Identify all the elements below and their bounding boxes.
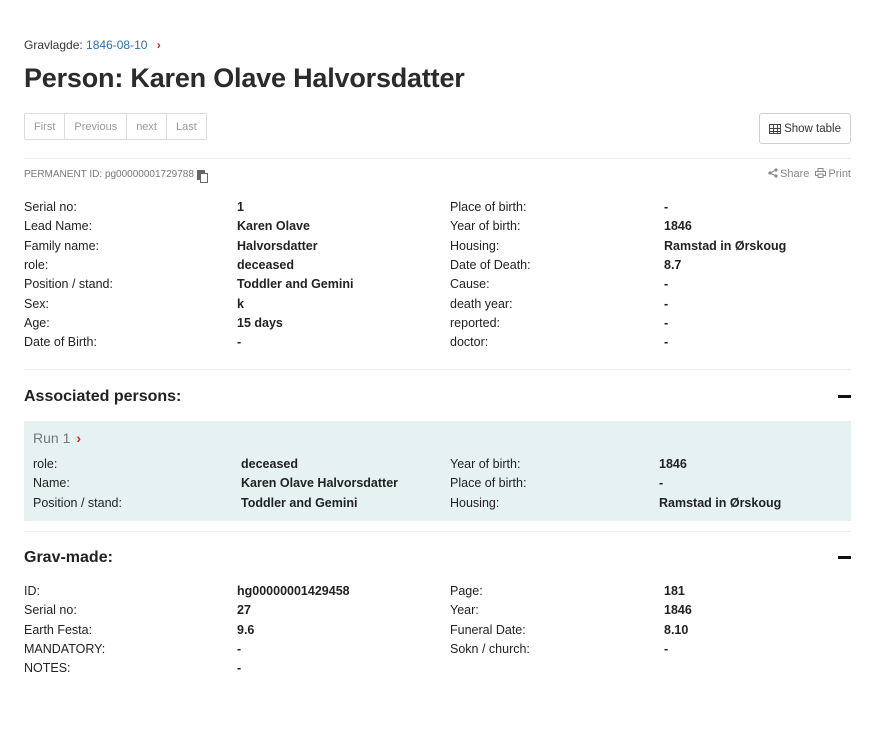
breadcrumb-label: Gravlagde:: [24, 38, 83, 52]
detail-value: 1846: [664, 219, 692, 234]
detail-row: Housing: Ramstad in Ørskoug: [0, 496, 874, 515]
detail-value: -: [664, 200, 669, 214]
first-button[interactable]: First: [25, 114, 66, 139]
copy-icon[interactable]: [196, 169, 208, 183]
share-icon: [768, 168, 778, 178]
detail-row: Place of birth: -: [0, 200, 874, 219]
show-table-label: Show table: [784, 122, 841, 135]
detail-row: Date of Death: 8.7: [0, 258, 874, 277]
page: Gravlagde: 1846-08-10 › Person: Karen Ol…: [0, 0, 874, 750]
detail-row: Year of birth: 1846: [0, 219, 874, 238]
chevron-right-icon[interactable]: ›: [76, 430, 81, 446]
detail-value: Ramstad in Ørskoug: [664, 238, 787, 253]
divider: [24, 158, 851, 159]
table-icon: [769, 123, 782, 134]
detail-label: Year of birth:: [450, 219, 521, 234]
grav-made-title: Grav-made:: [24, 549, 113, 566]
detail-row: Sokn / church: -: [0, 642, 874, 661]
share-link[interactable]: Share: [768, 168, 809, 180]
divider: [24, 369, 851, 370]
divider: [24, 531, 851, 532]
detail-row: doctor: -: [0, 335, 874, 354]
detail-label: Place of birth:: [450, 476, 527, 491]
print-icon: [815, 168, 827, 178]
actions: Share Print: [768, 168, 851, 180]
associated-persons-title: Associated persons:: [24, 388, 182, 405]
permanent-id-text: PERMANENT ID: pg00000001729788: [24, 169, 194, 180]
detail-row: Housing: Ramstad in Ørskoug: [0, 239, 874, 258]
permanent-id: PERMANENT ID: pg00000001729788: [24, 169, 208, 183]
detail-row: Funeral Date: 8.10: [0, 623, 874, 642]
detail-value: -: [664, 277, 669, 292]
collapse-icon[interactable]: [838, 395, 851, 398]
breadcrumb-date-link[interactable]: 1846-08-10: [86, 38, 147, 52]
detail-row: Year of birth: 1846: [0, 457, 874, 476]
print-link[interactable]: Print: [815, 168, 851, 180]
pager: First Previous next Last: [24, 113, 207, 140]
detail-row: NOTES: -: [0, 661, 874, 680]
detail-value: -: [664, 315, 669, 330]
detail-value: 8.10: [664, 622, 689, 637]
detail-label: doctor:: [450, 335, 489, 350]
detail-value: 1846: [664, 603, 692, 618]
breadcrumb: Gravlagde: 1846-08-10 ›: [24, 38, 161, 52]
detail-label: Sokn / church:: [450, 641, 530, 656]
detail-label: reported:: [450, 315, 501, 330]
previous-button[interactable]: Previous: [65, 114, 128, 139]
detail-value: Ramstad in Ørskoug: [659, 495, 782, 510]
show-table-button[interactable]: Show table: [759, 113, 851, 144]
detail-value: 181: [664, 584, 685, 598]
detail-label: death year:: [450, 296, 513, 311]
detail-value: -: [659, 476, 664, 491]
last-button[interactable]: Last: [167, 114, 206, 139]
detail-row: death year: -: [0, 297, 874, 316]
detail-label: Place of birth:: [450, 200, 527, 214]
detail-value: -: [664, 296, 669, 311]
detail-row: Place of birth: -: [0, 476, 874, 495]
detail-value: -: [664, 335, 669, 350]
chevron-right-icon[interactable]: ›: [157, 38, 161, 52]
detail-value: -: [664, 641, 669, 656]
detail-label: Date of Death:: [450, 257, 531, 272]
detail-label: Housing:: [450, 495, 500, 510]
detail-value: 8.7: [664, 257, 682, 272]
detail-row: Page: 181: [0, 584, 874, 603]
detail-label: Cause:: [450, 277, 490, 292]
detail-row: reported: -: [0, 316, 874, 335]
run-title[interactable]: Run 1 ›: [33, 430, 81, 446]
detail-label: Page:: [450, 584, 483, 598]
detail-row: Year: 1846: [0, 603, 874, 622]
detail-value: -: [237, 661, 242, 676]
detail-label: Year:: [450, 603, 479, 618]
detail-value: 1846: [659, 457, 687, 471]
detail-label: Funeral Date:: [450, 622, 526, 637]
detail-label: NOTES:: [24, 661, 71, 676]
detail-label: Housing:: [450, 238, 500, 253]
next-button[interactable]: next: [127, 114, 167, 139]
detail-label: Year of birth:: [450, 457, 521, 471]
collapse-icon[interactable]: [838, 556, 851, 559]
detail-row: Cause: -: [0, 277, 874, 296]
page-title: Person: Karen Olave Halvorsdatter: [24, 63, 465, 93]
